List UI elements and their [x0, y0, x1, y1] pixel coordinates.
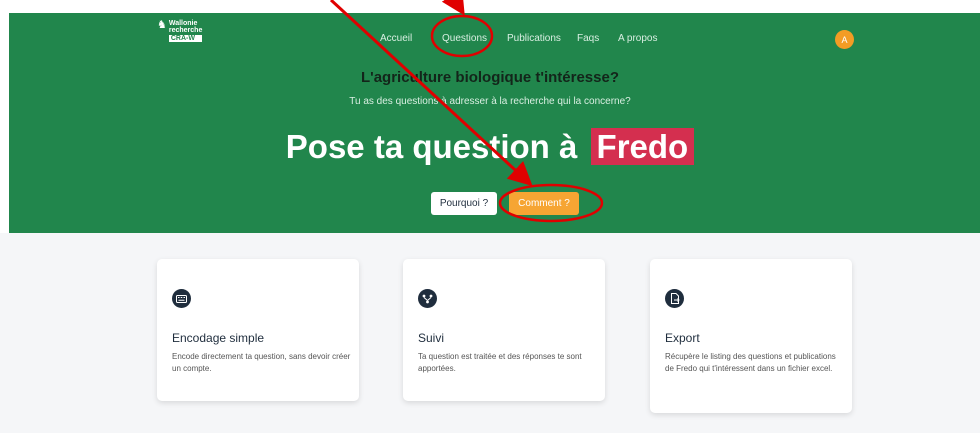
features-section: Encodage simple Encode directement ta qu… [0, 233, 980, 433]
feature-description: Ta question est traitée et des réponses … [418, 352, 582, 373]
how-button[interactable]: Comment ? [509, 192, 579, 215]
hero-title-prefix: Pose ta question à [285, 128, 578, 165]
hero-headline: L'agriculture biologique t'intéresse? [360, 69, 619, 86]
nav-a-propos[interactable]: A propos [618, 33, 657, 44]
nav-accueil[interactable]: Accueil [380, 33, 412, 44]
logo[interactable]: ♞ Wallonie recherche CRA-W [157, 19, 203, 42]
workflow-icon [418, 289, 437, 308]
hero-title: Pose ta question à Fredo [0, 128, 980, 166]
nav-publications[interactable]: Publications [507, 33, 561, 44]
feature-description: Récupère le listing des questions et pub… [665, 352, 836, 373]
feature-description: Encode directement ta question, sans dev… [172, 352, 351, 373]
hero-subline: Tu as des questions à adresser à la rech… [349, 96, 631, 107]
rooster-icon: ♞ [157, 19, 167, 31]
feature-title: Export [665, 331, 700, 345]
logo-line-1: Wallonie [168, 20, 198, 27]
avatar-initial: A [841, 34, 848, 45]
file-export-icon [665, 289, 684, 308]
feature-card-encodage: Encodage simple Encode directement ta qu… [157, 259, 359, 401]
logo-line-2: recherche [168, 27, 203, 34]
logo-line-3: CRA-W [168, 35, 203, 42]
feature-title: Suivi [418, 331, 445, 345]
annotation-arrow-top [441, 0, 465, 16]
user-avatar[interactable]: A [835, 30, 854, 49]
keyboard-icon [172, 289, 191, 308]
hero-title-name: Fredo [590, 128, 695, 165]
feature-title: Encodage simple [172, 331, 265, 345]
nav-faqs[interactable]: Faqs [577, 33, 599, 44]
why-button[interactable]: Pourquoi ? [431, 192, 497, 215]
feature-card-export: Export Récupère le listing des questions… [650, 259, 852, 413]
nav-questions[interactable]: Questions [442, 33, 487, 44]
feature-card-suivi: Suivi Ta question est traitée et des rép… [403, 259, 605, 401]
